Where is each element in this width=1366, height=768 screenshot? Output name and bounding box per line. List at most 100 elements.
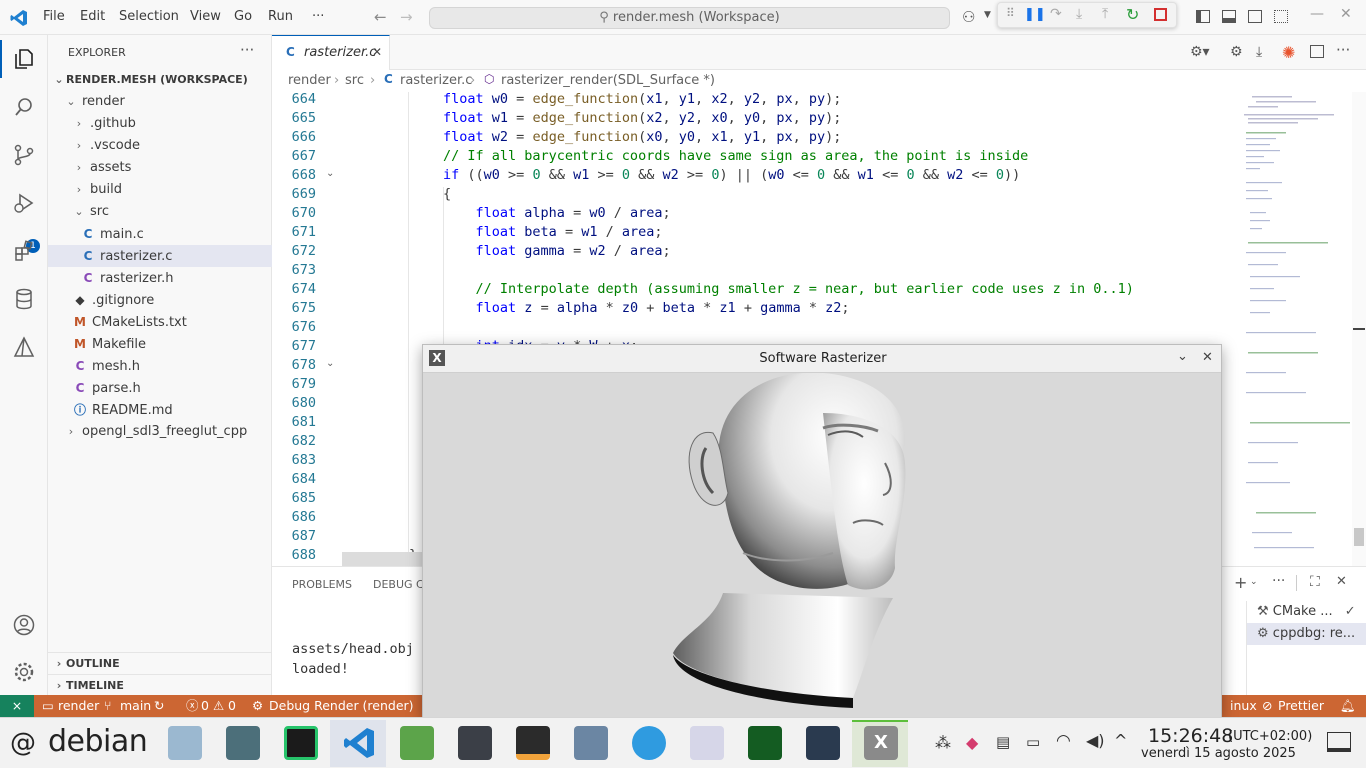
drag-handle-icon[interactable]: ⠿ [1006, 6, 1015, 20]
code-line[interactable]: float gamma = w2 / area; [443, 242, 671, 261]
maximize-panel-icon[interactable]: ⛶ [1310, 574, 1320, 590]
chevron-down-icon[interactable]: ▼ [984, 10, 991, 20]
code-line[interactable]: float w0 = edge_function(x1, y1, x2, y2,… [443, 92, 841, 109]
save-download-icon[interactable]: ⤓ [1256, 44, 1262, 60]
extensions-icon[interactable] [12, 239, 36, 263]
code-line[interactable]: float w2 = edge_function(x0, y0, x1, y1,… [443, 128, 841, 147]
tree-item[interactable]: Crasterizer.h [48, 267, 272, 289]
vscode-logo-icon[interactable] [10, 9, 28, 27]
webcam-app-icon[interactable] [168, 726, 202, 760]
fold-chevron-icon[interactable]: ⌄ [326, 168, 334, 179]
tree-item[interactable]: Cparse.h [48, 377, 272, 399]
cmake-icon[interactable] [12, 335, 36, 359]
status-platform[interactable]: inux [1230, 695, 1257, 717]
code-line[interactable]: float alpha = w0 / area; [443, 204, 671, 223]
step-out-icon[interactable]: ⤒ [1102, 6, 1108, 22]
notifications-icon[interactable]: 🔔︎ [1340, 695, 1356, 717]
window-titlebar[interactable]: X Software Rasterizer ⌄ ✕ [423, 345, 1221, 373]
pause-icon[interactable]: ❚❚ [1024, 7, 1046, 22]
tree-item[interactable]: Cmesh.h [48, 355, 272, 377]
database-icon[interactable] [12, 287, 36, 311]
copilot-icon[interactable]: ⚇ [962, 8, 975, 26]
stop-icon[interactable] [1154, 8, 1167, 21]
source-control-icon[interactable] [12, 143, 36, 167]
code-line[interactable]: float beta = w1 / area; [443, 223, 663, 242]
tree-item[interactable]: M CMakeLists.txt [48, 311, 272, 333]
command-center[interactable]: ⚲ render.mesh (Workspace) [429, 7, 950, 29]
gear-icon[interactable]: ⚙ [1230, 44, 1243, 60]
explorer-icon[interactable] [12, 47, 36, 71]
code-line[interactable]: { [443, 185, 451, 204]
terminal-item-cmake[interactable]: ⚒ CMake ... ✓ [1247, 601, 1366, 623]
run-debug-dropdown-icon[interactable]: ⚙▾ [1190, 44, 1210, 60]
minimize-icon[interactable]: — [1310, 6, 1324, 22]
tree-item[interactable]: M Makefile [48, 333, 272, 355]
menu-edit[interactable]: Edit [80, 9, 105, 24]
more-actions-icon[interactable]: ··· [1272, 573, 1285, 589]
debian-swirl-icon[interactable]: @ [10, 728, 36, 758]
back-arrow-icon[interactable]: ← [374, 8, 387, 26]
tree-item[interactable]: ⓘ README.md [48, 399, 272, 421]
files-app-icon[interactable] [400, 726, 434, 760]
battery-tray-icon[interactable]: ▭ [1026, 733, 1040, 751]
matrix-app-icon[interactable] [748, 726, 782, 760]
volume-icon[interactable]: ◀) [1086, 731, 1105, 750]
close-panel-icon[interactable]: ✕ [1336, 574, 1347, 589]
status-project[interactable]: render [58, 695, 99, 717]
edge-browser-icon[interactable] [632, 726, 666, 760]
code-line[interactable]: // If all barycentric coords have same s… [443, 147, 1028, 166]
code-line[interactable]: float w1 = edge_function(x2, y2, x0, y0,… [443, 109, 841, 128]
status-errors[interactable]: 0 [201, 695, 209, 717]
outline-header[interactable]: › OUTLINE [48, 653, 272, 675]
status-prettier[interactable]: Prettier [1278, 695, 1324, 717]
software-rasterizer-window[interactable]: X Software Rasterizer ⌄ ✕ [422, 344, 1222, 718]
status-branch[interactable]: main [120, 695, 151, 717]
tree-item[interactable]: › .github [48, 113, 272, 135]
tree-item[interactable]: ⌄ render [48, 91, 272, 113]
fold-chevron-icon[interactable]: ⌄ [326, 358, 334, 369]
screenshot-app-icon[interactable] [574, 726, 608, 760]
report-app-icon[interactable] [690, 726, 724, 760]
settings-gear-icon[interactable] [12, 660, 36, 684]
step-over-icon[interactable]: ↷ [1050, 6, 1062, 22]
breadcrumb-src[interactable]: src [345, 73, 364, 88]
menu-view[interactable]: View [190, 9, 221, 24]
code-line[interactable]: // Interpolate depth (assuming smaller z… [443, 280, 1134, 299]
customize-layout-icon[interactable] [1274, 10, 1288, 23]
x11-app-icon[interactable]: X [864, 726, 898, 760]
chevron-up-icon[interactable]: ^ [1114, 731, 1127, 750]
code-line[interactable]: if ((w0 >= 0 && w1 >= 0 && w2 >= 0) || (… [443, 166, 1020, 185]
status-warnings[interactable]: 0 [228, 695, 236, 717]
wifi-icon[interactable]: ◠ [1056, 731, 1071, 751]
breadcrumb-file[interactable]: rasterizer.c [400, 73, 472, 88]
timeline-header[interactable]: › TIMELINE [48, 675, 272, 697]
terminal-item-cppdbg[interactable]: ⚙ cppdbg: re... [1247, 623, 1366, 645]
tree-item[interactable]: › build [48, 179, 272, 201]
tree-item[interactable]: › opengl_sdl3_freeglut_cpp [48, 421, 272, 443]
remote-indicator[interactable]: ⨯ [0, 695, 34, 717]
terminal-app-icon[interactable] [458, 726, 492, 760]
network-tray-icon[interactable]: ⁂ [935, 733, 951, 752]
toggle-panel-icon[interactable] [1222, 10, 1236, 23]
more-actions-icon[interactable]: ··· [240, 41, 254, 59]
tree-item[interactable]: Cmain.c [48, 223, 272, 245]
clipboard-tray-icon[interactable]: ▤ [996, 733, 1010, 751]
sublime-text-icon[interactable] [516, 726, 550, 760]
tree-item[interactable]: ⌄ src [48, 201, 272, 223]
split-editor-icon[interactable] [1310, 45, 1324, 58]
start-menu-label[interactable]: debian [48, 724, 148, 759]
close-icon[interactable]: ✕ [1202, 350, 1213, 365]
tree-item[interactable]: › assets [48, 157, 272, 179]
tab-rasterizer-c[interactable]: C rasterizer.c ✕ [272, 35, 390, 70]
menu-selection[interactable]: Selection [119, 9, 179, 24]
clock-time[interactable]: 15:26:48 [1148, 725, 1233, 747]
scroll-thumb[interactable] [1354, 528, 1364, 546]
tree-item[interactable]: Crasterizer.c [48, 245, 272, 267]
tree-item[interactable]: › .vscode [48, 135, 272, 157]
spark-icon[interactable]: ✺ [1282, 43, 1295, 62]
code-line[interactable]: float z = alpha * z0 + beta * z1 + gamma… [443, 299, 850, 318]
tree-item[interactable]: ◆ .gitignore [48, 289, 272, 311]
vscode-taskbar-icon[interactable] [342, 726, 376, 760]
breadcrumb-render[interactable]: render [288, 73, 331, 88]
breadcrumb-function[interactable]: rasterizer_render(SDL_Surface *) [501, 73, 715, 88]
